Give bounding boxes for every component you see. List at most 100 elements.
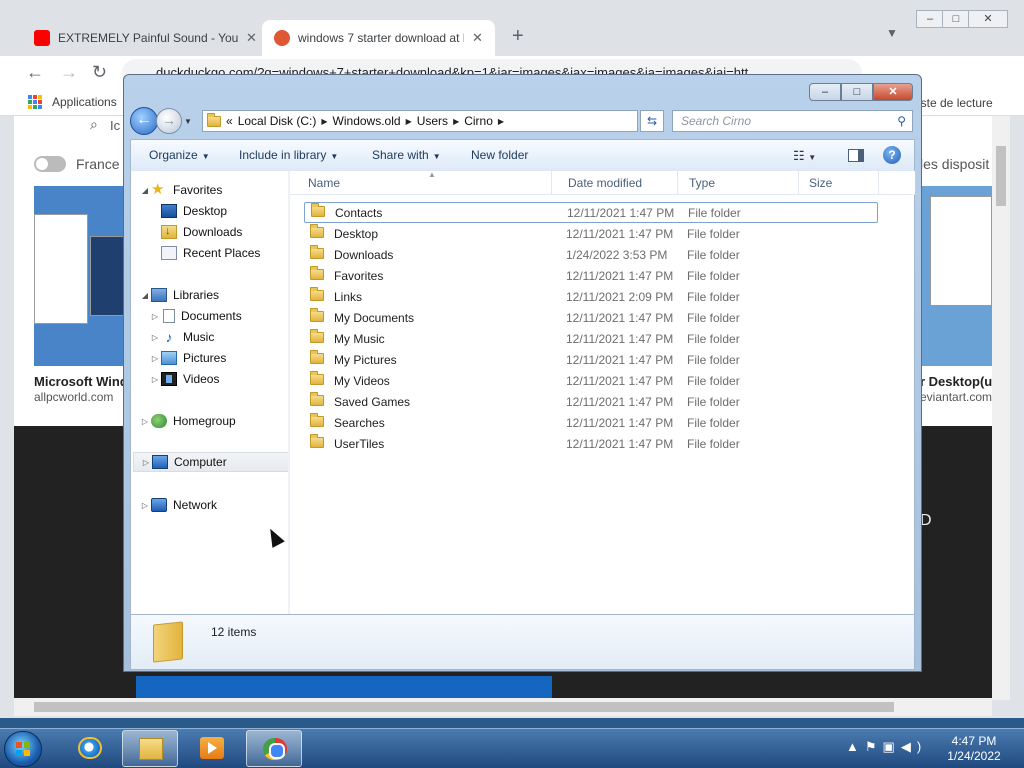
forward-arrow-icon[interactable]: →	[60, 62, 78, 83]
file-row[interactable]: My Music 12/11/2021 1:47 PM File folder	[304, 328, 878, 349]
expand-arrow-icon[interactable]: ▷	[149, 333, 161, 342]
breadcrumb-arrow-icon[interactable]: ▶	[453, 117, 459, 126]
file-row[interactable]: Contacts 12/11/2021 1:47 PM File folder	[304, 202, 878, 223]
expand-arrow-icon[interactable]: ▷	[139, 417, 151, 426]
browser-tab-youtube[interactable]: EXTREMELY Painful Sound - YouT ✕	[22, 20, 269, 56]
file-row[interactable]: Favorites 12/11/2021 1:47 PM File folder	[304, 265, 878, 286]
new-tab-button[interactable]: +	[512, 25, 524, 48]
nav-homegroup[interactable]: ▷ Homegroup	[139, 411, 236, 431]
close-tab-icon[interactable]: ✕	[472, 30, 483, 46]
preview-pane-icon[interactable]	[848, 149, 864, 162]
column-header-date-modified[interactable]: Date modified	[558, 171, 678, 195]
network-status-icon[interactable]: ▣	[883, 739, 901, 754]
breadcrumb-cirno[interactable]: Cirno	[464, 114, 493, 128]
region-toggle[interactable]	[34, 156, 66, 172]
result-title[interactable]: Microsoft Wind	[34, 374, 128, 389]
expand-arrow-icon[interactable]: ▷	[149, 375, 161, 384]
expand-arrow-icon[interactable]: ◢	[139, 186, 151, 195]
file-row[interactable]: Downloads 1/24/2022 3:53 PM File folder	[304, 244, 878, 265]
nav-item-music[interactable]: ▷ ♪ Music	[149, 327, 214, 347]
scrollbar-thumb[interactable]	[34, 702, 894, 712]
share-with-menu[interactable]: Share with ▼	[372, 148, 441, 162]
change-view-icon[interactable]: ☷ ▼	[793, 148, 816, 164]
breadcrumb-users[interactable]: Users	[417, 114, 448, 128]
tab-search-chevron-icon[interactable]: ▼	[886, 26, 898, 40]
expand-arrow-icon[interactable]: ▷	[149, 312, 161, 321]
show-hidden-icons-icon[interactable]: ▲	[846, 739, 865, 754]
nav-libraries[interactable]: ◢ Libraries	[139, 285, 219, 305]
start-button[interactable]	[4, 731, 42, 767]
help-icon[interactable]: ?	[883, 146, 901, 164]
maximize-button[interactable]: □	[841, 83, 873, 101]
file-row[interactable]: UserTiles 12/11/2021 1:47 PM File folder	[304, 433, 878, 454]
breadcrumb-arrow-icon[interactable]: ▶	[406, 117, 412, 126]
page-horizontal-scrollbar[interactable]	[14, 698, 992, 716]
reload-icon[interactable]: ↻	[92, 62, 107, 83]
file-row[interactable]: Desktop 12/11/2021 1:47 PM File folder	[304, 223, 878, 244]
nav-item-desktop[interactable]: Desktop	[161, 201, 227, 221]
breadcrumb-arrow-icon[interactable]: ▶	[321, 117, 327, 126]
forward-button[interactable]: →	[156, 108, 182, 134]
nav-item-downloads[interactable]: Downloads	[161, 222, 242, 242]
result-thumbnail[interactable]	[920, 186, 992, 366]
nav-favorites[interactable]: ◢ ★ Favorites	[139, 180, 222, 200]
breadcrumb-windows-old[interactable]: Windows.old	[333, 114, 401, 128]
taskbar-chrome[interactable]	[246, 730, 302, 767]
page-vertical-scrollbar[interactable]	[992, 116, 1010, 700]
nav-network[interactable]: ▷ Network	[139, 495, 217, 515]
include-in-library-menu[interactable]: Include in library ▼	[239, 148, 338, 162]
taskbar-windows-explorer[interactable]	[122, 730, 178, 767]
expand-arrow-icon[interactable]: ◢	[139, 291, 151, 300]
nav-item-videos[interactable]: ▷ Videos	[149, 369, 219, 389]
bookmark-apps[interactable]: Applications	[28, 95, 117, 109]
scrollbar-thumb[interactable]	[996, 146, 1006, 206]
file-row[interactable]: Saved Games 12/11/2021 1:47 PM File folder	[304, 391, 878, 412]
back-arrow-icon[interactable]: ←	[26, 62, 44, 83]
file-row[interactable]: Searches 12/11/2021 1:47 PM File folder	[304, 412, 878, 433]
organize-menu[interactable]: Organize ▼	[149, 148, 210, 162]
column-header-size[interactable]: Size	[799, 171, 879, 195]
result-title[interactable]: r Desktop(up	[920, 374, 992, 389]
file-row[interactable]: My Pictures 12/11/2021 1:47 PM File folder	[304, 349, 878, 370]
expand-arrow-icon[interactable]: ▷	[140, 458, 152, 467]
file-type: File folder	[687, 352, 740, 367]
breadcrumb-local-disk[interactable]: Local Disk (C:)	[238, 114, 317, 128]
nav-item-recent-places[interactable]: Recent Places	[161, 243, 260, 263]
action-center-flag-icon[interactable]: ⚑	[865, 739, 883, 754]
back-button[interactable]: ←	[130, 107, 158, 135]
expand-arrow-icon[interactable]: ▷	[149, 354, 161, 363]
taskbar-media-player[interactable]	[184, 730, 240, 767]
browser-maximize-button[interactable]: □	[942, 10, 970, 28]
search-input[interactable]: Search Cirno ⚲	[672, 110, 913, 132]
taskbar-internet-explorer[interactable]	[62, 730, 118, 767]
nav-computer[interactable]: ▷ Computer	[133, 452, 289, 472]
close-button[interactable]: ✕	[873, 83, 913, 101]
browser-minimize-button[interactable]: –	[916, 10, 944, 28]
search-icon[interactable]: ⚲	[897, 111, 906, 131]
chevron-down-icon[interactable]: ▼	[808, 153, 816, 162]
nav-label: Computer	[174, 455, 227, 469]
address-bar[interactable]: « Local Disk (C:) ▶ Windows.old ▶ Users …	[202, 110, 713, 132]
column-header-type[interactable]: Type	[679, 171, 799, 195]
file-row[interactable]: My Videos 12/11/2021 1:47 PM File folder	[304, 370, 878, 391]
filter-label[interactable]: les disposit	[920, 156, 989, 172]
refresh-button[interactable]: ⇆	[640, 110, 664, 132]
nav-item-documents[interactable]: ▷ Documents	[149, 306, 242, 326]
recent-pages-chevron-icon[interactable]: ▼	[184, 117, 192, 135]
volume-icon[interactable]: ◀)	[901, 739, 927, 754]
reading-list-label[interactable]: iste de lecture	[918, 96, 993, 110]
close-tab-icon[interactable]: ✕	[246, 30, 257, 46]
new-folder-button[interactable]: New folder	[471, 148, 528, 162]
file-row[interactable]: My Documents 12/11/2021 1:47 PM File folde…	[304, 307, 878, 328]
nav-label: Downloads	[183, 225, 243, 239]
browser-tab-duckduckgo[interactable]: windows 7 starter download at D ✕	[262, 20, 495, 56]
breadcrumb-overflow[interactable]: «	[226, 114, 233, 128]
clock[interactable]: 4:47 PM 1/24/2022	[932, 734, 1016, 764]
breadcrumb-arrow-icon[interactable]: ▶	[498, 117, 504, 126]
minimize-button[interactable]: –	[809, 83, 841, 101]
browser-close-button[interactable]: ✕	[968, 10, 1008, 28]
nav-item-pictures[interactable]: ▷ Pictures	[149, 348, 226, 368]
column-header-name[interactable]: Name ▲	[298, 170, 552, 195]
expand-arrow-icon[interactable]: ▷	[139, 501, 151, 510]
file-row[interactable]: Links 12/11/2021 2:09 PM File folder	[304, 286, 878, 307]
